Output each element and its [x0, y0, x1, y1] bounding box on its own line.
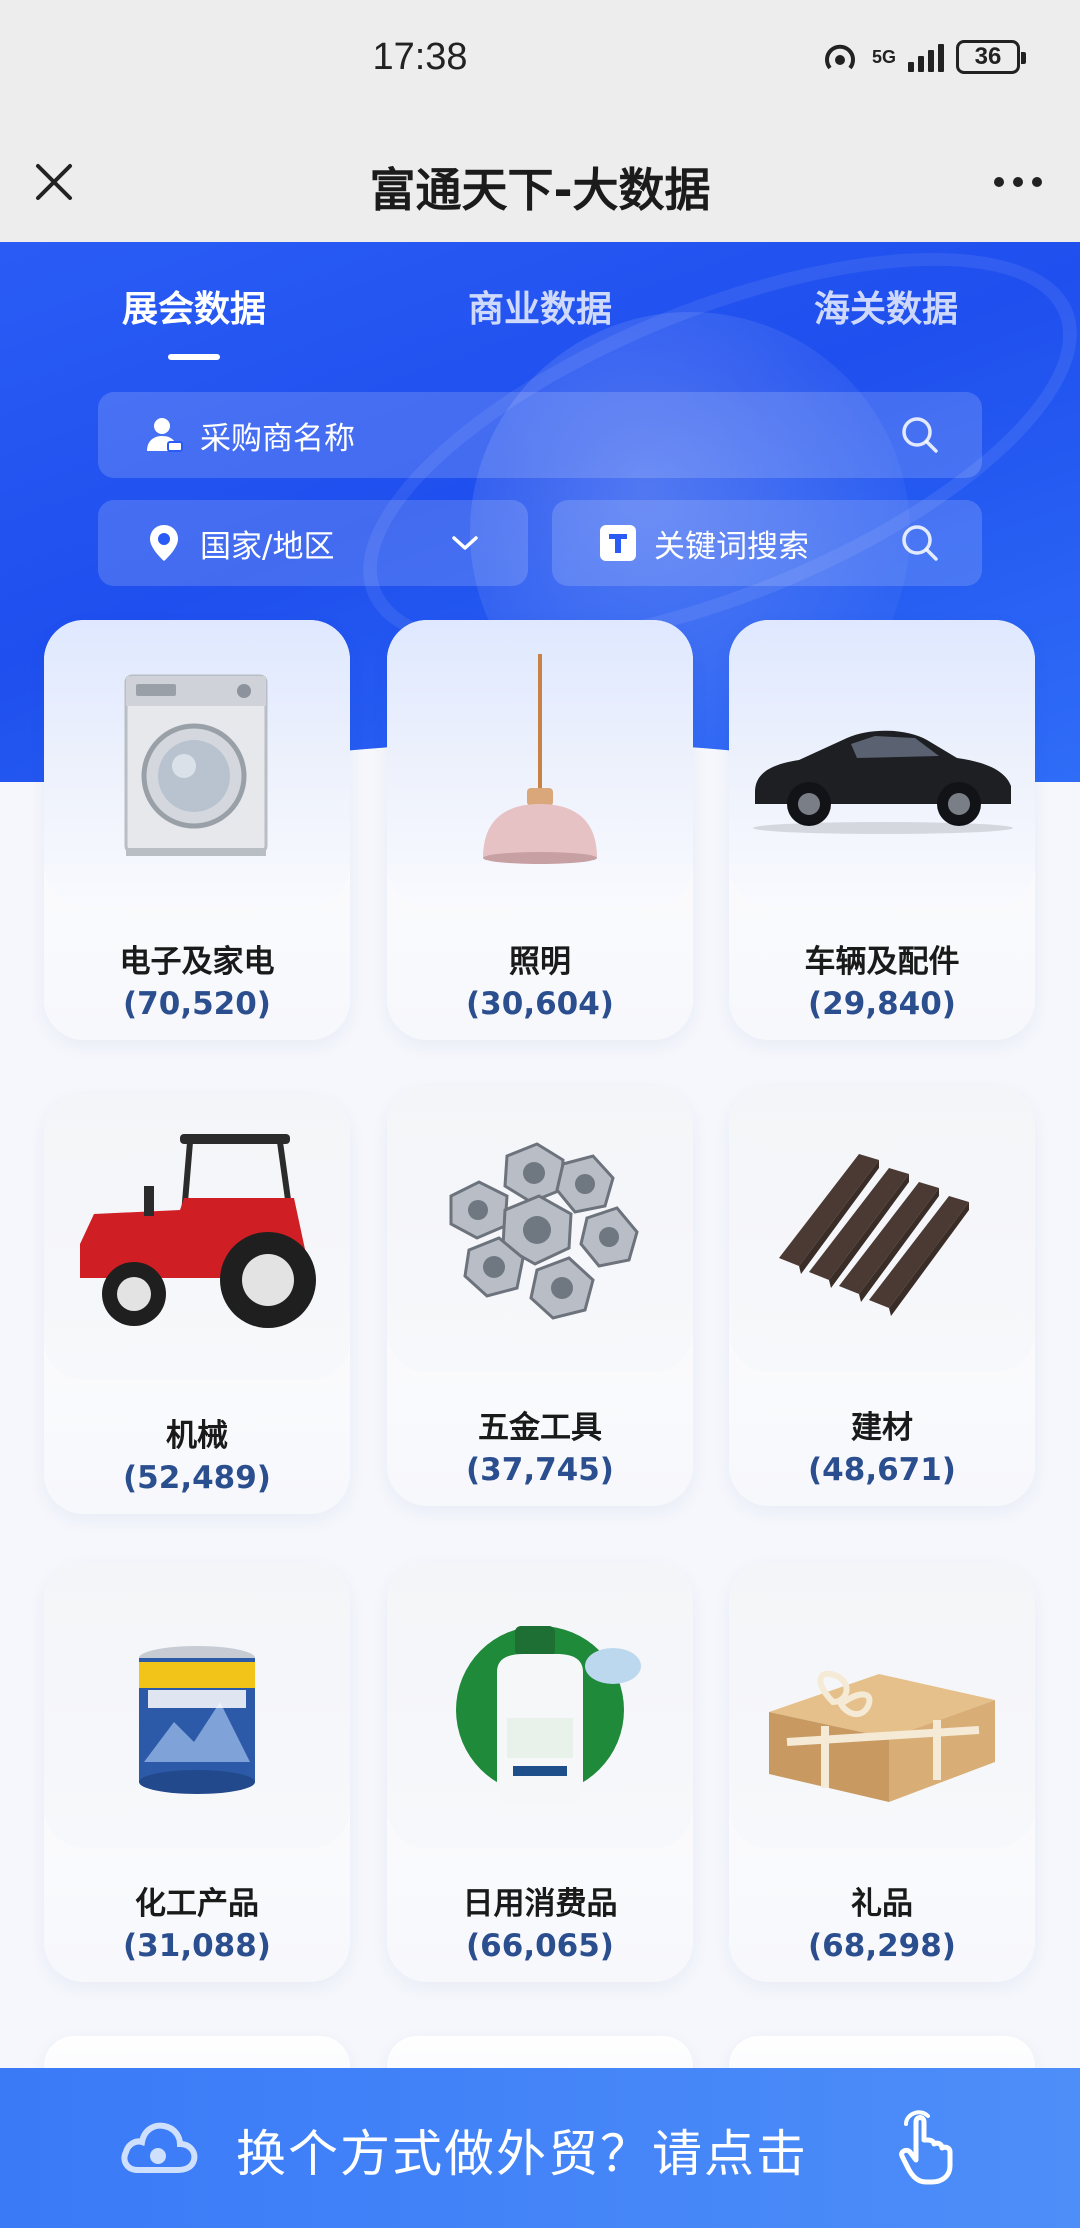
keyword-search-placeholder: 关键词搜索: [654, 528, 809, 565]
search-icon[interactable]: [898, 521, 942, 565]
category-count: (29,840): [808, 986, 956, 1022]
category-name: 日用消费品: [462, 1886, 618, 1922]
category-card-building-materials[interactable]: 建材 (48,671): [729, 1086, 1035, 1506]
washing-machine-icon: [44, 620, 350, 906]
hotspot-icon: [824, 44, 855, 70]
detergent-bottle-icon: [387, 1562, 693, 1848]
tab-active-indicator: [168, 354, 220, 360]
page-title: 富通天下-大数据: [369, 163, 711, 217]
category-count: (70,520): [123, 986, 271, 1022]
category-card-hardware[interactable]: 五金工具 (37,745): [387, 1086, 693, 1506]
category-name: 照明: [509, 944, 571, 980]
category-card-vehicles[interactable]: 车辆及配件 (29,840): [729, 620, 1035, 1040]
pendant-lamp-icon: [387, 620, 693, 906]
category-name: 五金工具: [478, 1410, 602, 1446]
nav-bar: 富通天下-大数据: [0, 126, 1080, 242]
buyer-name-field[interactable]: 采购商名称: [98, 392, 982, 478]
keyword-icon: [598, 523, 638, 563]
category-card-gifts[interactable]: 礼品 (68,298): [729, 1562, 1035, 1982]
hex-nuts-icon: [387, 1086, 693, 1372]
status-time: 17:38: [372, 36, 468, 78]
search-icon[interactable]: [898, 413, 942, 457]
tab-label: 海关数据: [813, 289, 958, 330]
category-name: 建材: [851, 1410, 913, 1446]
tab-customs-data[interactable]: 海关数据: [746, 280, 1026, 332]
buyer-icon: [144, 415, 184, 455]
category-count: (48,671): [808, 1452, 956, 1488]
country-region-select[interactable]: 国家/地区: [98, 500, 528, 586]
wall-panel-icon: [729, 1086, 1035, 1372]
chevron-down-icon: [452, 536, 478, 550]
battery-icon: 36: [956, 40, 1026, 74]
location-icon: [144, 523, 184, 563]
category-name: 化工产品: [135, 1886, 259, 1922]
banner-text: 换个方式做外贸？请点击: [236, 2125, 808, 2183]
tab-label: 展会数据: [121, 289, 266, 330]
category-name: 车辆及配件: [804, 944, 960, 980]
category-count: (37,745): [466, 1452, 614, 1488]
category-card-consumer-goods[interactable]: 日用消费品 (66,065): [387, 1562, 693, 1982]
buyer-name-placeholder: 采购商名称: [200, 420, 355, 457]
category-card-machinery[interactable]: 机械 (52,489): [44, 1094, 350, 1514]
category-name: 电子及家电: [119, 944, 275, 980]
gift-box-icon: [729, 1562, 1035, 1848]
category-count: (30,604): [466, 986, 614, 1022]
tab-business-data[interactable]: 商业数据: [400, 280, 680, 332]
tab-exhibition-data[interactable]: 展会数据: [54, 280, 334, 360]
cloud-icon: [121, 2122, 198, 2173]
category-card-electronics[interactable]: 电子及家电 (70,520): [44, 620, 350, 1040]
sports-car-icon: [729, 620, 1035, 906]
category-name: 礼品: [851, 1886, 913, 1922]
paint-bucket-icon: [44, 1562, 350, 1848]
keyword-search-field[interactable]: 关键词搜索: [552, 500, 982, 586]
tractor-icon: [44, 1094, 350, 1380]
category-card-lighting[interactable]: 照明 (30,604): [387, 620, 693, 1040]
signal-icon: [908, 42, 944, 72]
category-card-chemicals[interactable]: 化工产品 (31,088): [44, 1562, 350, 1982]
more-icon[interactable]: [984, 150, 1052, 214]
category-name: 机械: [166, 1418, 228, 1454]
category-count: (52,489): [123, 1460, 271, 1496]
category-count: (68,298): [808, 1928, 956, 1964]
bottom-promo-banner[interactable]: 换个方式做外贸？请点击: [0, 2068, 1080, 2228]
category-count: (31,088): [123, 1928, 271, 1964]
network-label: 5G: [871, 46, 896, 67]
country-region-placeholder: 国家/地区: [200, 528, 335, 565]
tap-hand-icon: [899, 2110, 953, 2185]
data-tabs: 展会数据 商业数据 海关数据: [0, 280, 1080, 370]
status-bar: 17:38 5G 36: [0, 0, 1080, 126]
tab-label: 商业数据: [467, 289, 612, 330]
category-count: (66,065): [466, 1928, 614, 1964]
status-icons: 5G 36: [820, 40, 1026, 74]
